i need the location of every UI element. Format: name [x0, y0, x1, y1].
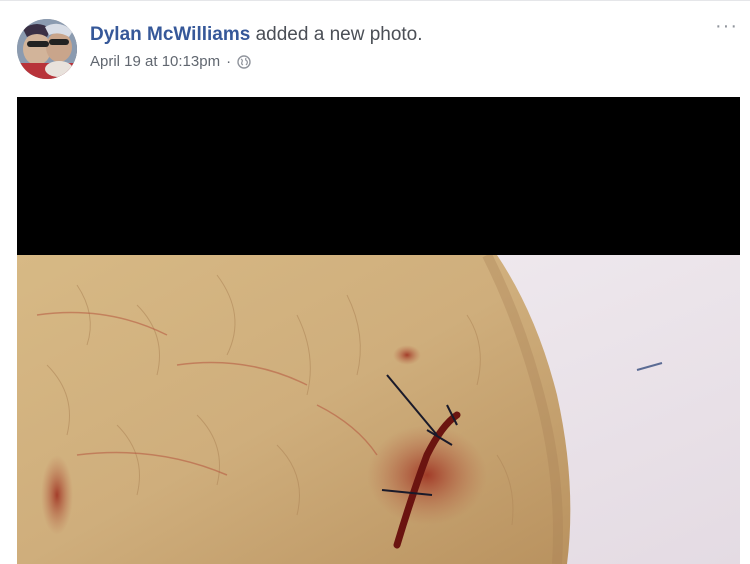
meta-separator: · — [226, 53, 232, 70]
post-card: Dylan McWilliams added a new photo. Apri… — [0, 0, 750, 564]
more-options-icon[interactable]: ··· — [715, 16, 738, 36]
post-action-text: added a new photo. — [255, 24, 423, 45]
post-header: Dylan McWilliams added a new photo. Apri… — [90, 23, 423, 71]
post-timestamp[interactable]: April 19 at 10:13pm — [90, 53, 220, 71]
photo-image — [17, 255, 740, 564]
avatar[interactable] — [17, 19, 77, 79]
globe-icon[interactable] — [237, 55, 251, 69]
post-meta: April 19 at 10:13pm · — [90, 53, 423, 71]
post-photo[interactable] — [17, 97, 740, 564]
photo-redaction-bar — [17, 97, 740, 255]
post-title-line: Dylan McWilliams added a new photo. — [90, 23, 423, 47]
author-name-link[interactable]: Dylan McWilliams — [90, 24, 250, 45]
